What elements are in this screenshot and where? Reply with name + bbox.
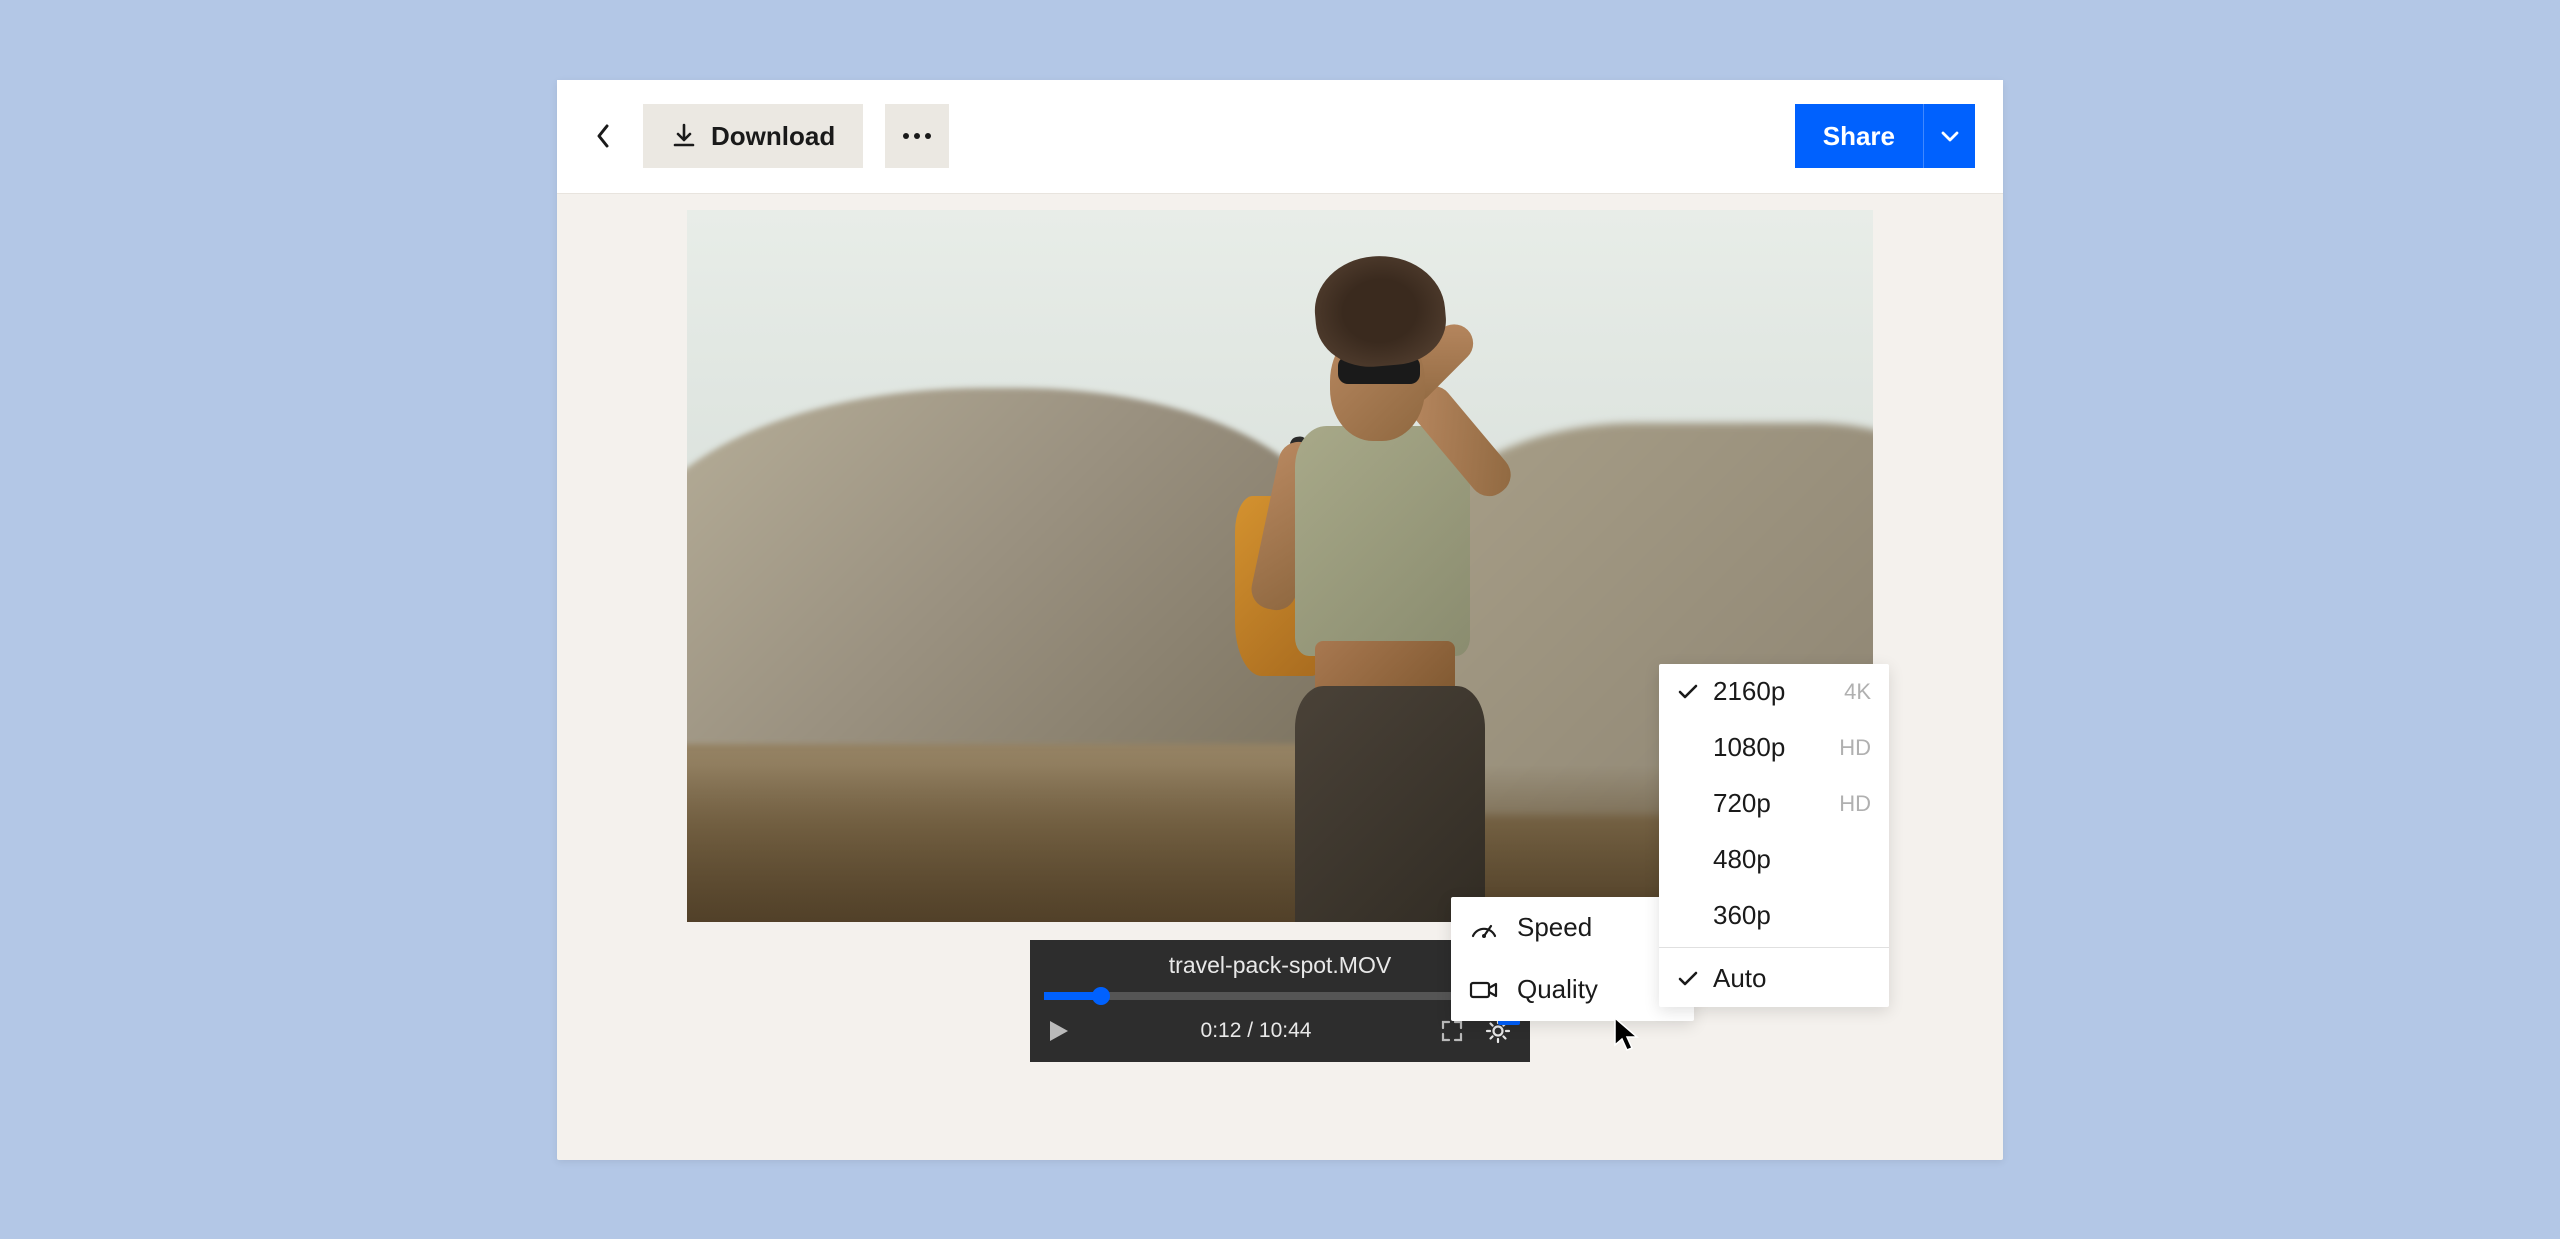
quality-label: Auto bbox=[1713, 963, 1871, 994]
settings-item-label: Quality bbox=[1517, 974, 1646, 1005]
quality-option-480p[interactable]: 480p bbox=[1659, 832, 1889, 888]
scrub-bar[interactable] bbox=[1044, 992, 1516, 1000]
quality-menu: 2160p 4K 1080p HD 720p HD 480p 360p bbox=[1659, 664, 1889, 1007]
video-preview-window: Download Share bbox=[557, 80, 2003, 1160]
quality-tag: HD bbox=[1839, 791, 1871, 817]
check-icon bbox=[1677, 970, 1713, 988]
fullscreen-button[interactable] bbox=[1438, 1019, 1466, 1043]
chevron-left-icon bbox=[595, 122, 611, 150]
current-time: 0:12 bbox=[1201, 1019, 1242, 1042]
quality-option-360p[interactable]: 360p bbox=[1659, 888, 1889, 944]
quality-option-auto[interactable]: Auto bbox=[1659, 951, 1889, 1007]
quality-label: 2160p bbox=[1713, 676, 1844, 707]
quality-option-2160p[interactable]: 2160p 4K bbox=[1659, 664, 1889, 720]
quality-label: 1080p bbox=[1713, 732, 1839, 763]
settings-menu: Speed Quality bbox=[1451, 897, 1694, 1021]
quality-tag: 4K bbox=[1844, 679, 1871, 705]
back-button[interactable] bbox=[585, 118, 621, 154]
quality-label: 480p bbox=[1713, 844, 1871, 875]
settings-item-label: Speed bbox=[1517, 912, 1646, 943]
toolbar-left: Download bbox=[585, 104, 949, 168]
share-dropdown-button[interactable] bbox=[1923, 104, 1975, 168]
quality-label: 360p bbox=[1713, 900, 1871, 931]
duration: 10:44 bbox=[1259, 1019, 1312, 1042]
quality-label: 720p bbox=[1713, 788, 1839, 819]
toolbar: Download Share bbox=[557, 80, 2003, 194]
play-icon bbox=[1048, 1019, 1070, 1043]
toolbar-right: Share bbox=[1795, 104, 1975, 168]
download-label: Download bbox=[711, 121, 835, 152]
scrub-handle[interactable] bbox=[1092, 987, 1110, 1005]
speed-icon bbox=[1469, 916, 1499, 940]
play-button[interactable] bbox=[1044, 1019, 1074, 1043]
download-button[interactable]: Download bbox=[643, 104, 863, 168]
download-icon bbox=[671, 123, 697, 149]
chevron-down-icon bbox=[1940, 129, 1960, 143]
fullscreen-icon bbox=[1440, 1019, 1464, 1043]
quality-option-1080p[interactable]: 1080p HD bbox=[1659, 720, 1889, 776]
share-label: Share bbox=[1823, 121, 1895, 152]
more-icon bbox=[903, 133, 931, 139]
menu-divider bbox=[1659, 947, 1889, 948]
settings-item-quality[interactable]: Quality bbox=[1451, 959, 1694, 1021]
quality-tag: HD bbox=[1839, 735, 1871, 761]
share-button[interactable]: Share bbox=[1795, 104, 1923, 168]
camera-icon bbox=[1469, 979, 1499, 1001]
more-button[interactable] bbox=[885, 104, 949, 168]
settings-item-speed[interactable]: Speed bbox=[1451, 897, 1694, 959]
check-icon bbox=[1677, 683, 1713, 701]
quality-option-720p[interactable]: 720p HD bbox=[1659, 776, 1889, 832]
time-display: 0:12 / 10:44 bbox=[1088, 1019, 1424, 1043]
